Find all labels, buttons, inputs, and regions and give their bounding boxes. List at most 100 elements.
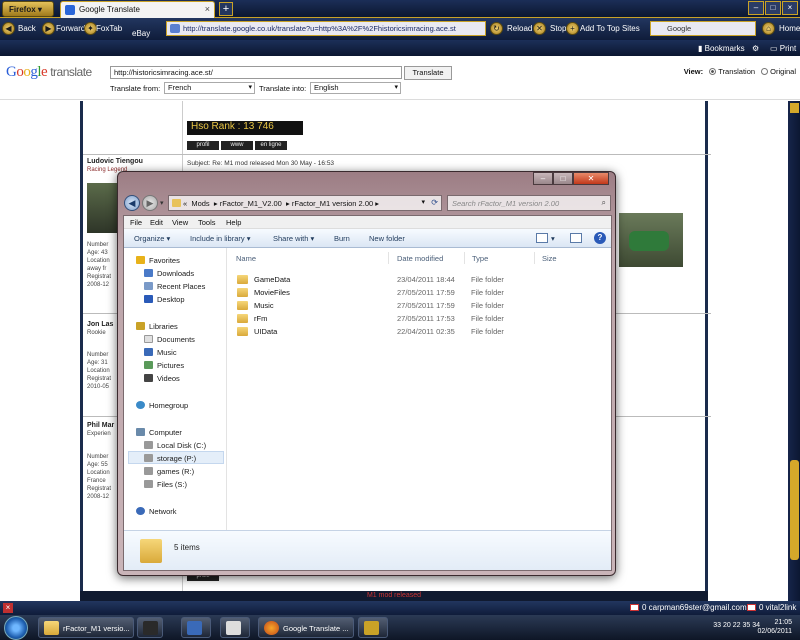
bookmarks-button[interactable]: ▮ Bookmarks (698, 44, 745, 53)
poster-name[interactable]: Phil Mar (87, 422, 114, 429)
nav-videos[interactable]: Videos (144, 374, 180, 383)
nav-network[interactable]: Network (136, 507, 177, 516)
forward-arrow-icon[interactable]: ▶ (142, 195, 158, 211)
menu-edit[interactable]: Edit (150, 218, 163, 227)
column-separator[interactable] (388, 252, 389, 264)
nav-downloads[interactable]: Downloads (144, 269, 194, 278)
maximize-icon[interactable]: □ (765, 1, 781, 15)
nav-games-r[interactable]: games (R:) (144, 467, 194, 476)
explorer-search-input[interactable]: Search rFactor_M1 version 2.00 ⌕ (447, 195, 611, 211)
view-original-radio[interactable] (761, 68, 769, 75)
recent-pages-dropdown-icon[interactable]: ▾ (160, 199, 164, 207)
file-row-gamedata[interactable]: GameData 23/04/2011 18:44 File folder (234, 273, 604, 286)
taskbar-firefox[interactable]: Google Translate ... (258, 617, 354, 638)
share-with-button[interactable]: Share with ▾ (273, 234, 314, 243)
reload-icon[interactable]: ↻ (490, 22, 503, 35)
www-button[interactable]: www (221, 141, 253, 150)
nav-computer[interactable]: Computer (136, 428, 182, 437)
clock[interactable]: 21:05 02/06/2011 (757, 618, 792, 636)
column-date-modified[interactable]: Date modified (397, 254, 443, 263)
file-row-music[interactable]: Music 27/05/2011 17:59 File folder (234, 299, 604, 312)
view-dropdown-icon[interactable]: ▾ (551, 234, 555, 243)
nav-local-disk-c[interactable]: Local Disk (C:) (144, 441, 206, 450)
nav-files-s[interactable]: Files (S:) (144, 480, 187, 489)
translate-url-input[interactable]: http://historicsimracing.ace.st/ (110, 66, 402, 79)
address-bar[interactable]: « Mods ▸ rFactor_M1_V2.00 ▸ rFactor_M1 v… (168, 195, 442, 211)
stop-icon[interactable]: ✕ (533, 22, 546, 35)
minimize-icon[interactable]: – (533, 172, 553, 185)
home-icon[interactable]: ⌂ (762, 22, 775, 35)
nav-storage-p[interactable]: storage (P:) (144, 454, 196, 463)
settings-icon[interactable]: ⚙ (752, 44, 759, 53)
poster-name[interactable]: Jon Las (87, 321, 113, 328)
close-window-icon[interactable]: × (782, 1, 798, 15)
nav-favorites[interactable]: Favorites (136, 256, 180, 265)
minimize-icon[interactable]: – (748, 1, 764, 15)
nav-recent-places[interactable]: Recent Places (144, 282, 205, 291)
translate-button[interactable]: Translate (404, 66, 452, 80)
taskbar-app-3[interactable] (220, 617, 250, 638)
close-icon[interactable]: ✕ (573, 172, 609, 185)
start-button[interactable] (4, 616, 28, 640)
system-tray[interactable]: 33 20 22 35 34 (713, 622, 760, 629)
help-icon[interactable]: ? (594, 232, 606, 244)
new-folder-button[interactable]: New folder (369, 234, 405, 243)
home-button[interactable]: Home (779, 24, 800, 33)
scroll-up-icon[interactable] (790, 103, 799, 113)
add-to-top-sites-button[interactable]: Add To Top Sites (580, 24, 640, 33)
breadcrumb-current[interactable]: rFactor_M1 version 2.00 (292, 199, 373, 208)
breadcrumb-mods[interactable]: Mods (191, 199, 209, 208)
nav-libraries[interactable]: Libraries (136, 322, 178, 331)
column-type[interactable]: Type (472, 254, 488, 263)
back-arrow-icon[interactable]: ◀ (2, 22, 15, 35)
close-icon[interactable]: × (3, 603, 13, 613)
poster-name[interactable]: Ludovic Tiengou (87, 158, 143, 165)
ebay-button[interactable]: eBay (132, 29, 150, 38)
view-translation-radio[interactable] (709, 68, 717, 75)
file-row-uidata[interactable]: UIData 22/04/2011 02:35 File folder (234, 325, 604, 338)
preview-pane-icon[interactable] (570, 233, 582, 243)
back-button[interactable]: Back (18, 24, 36, 33)
column-size[interactable]: Size (542, 254, 557, 263)
breadcrumb-v200[interactable]: rFactor_M1_V2.00 (220, 199, 282, 208)
back-arrow-icon[interactable]: ◀ (124, 195, 140, 211)
gmail-notifier[interactable]: 0 carpman69ster@gmail.com (630, 603, 747, 612)
google-translate-logo[interactable]: Google translate (6, 64, 92, 81)
column-separator[interactable] (534, 252, 535, 264)
change-view-icon[interactable] (536, 233, 548, 243)
translate-from-select[interactable]: French (164, 82, 255, 94)
forward-arrow-icon[interactable]: ▶ (42, 22, 55, 35)
add-icon[interactable]: + (566, 22, 579, 35)
translate-into-select[interactable]: English (310, 82, 401, 94)
include-in-library-button[interactable]: Include in library ▾ (190, 234, 250, 243)
column-separator[interactable] (464, 252, 465, 264)
mail-notifier[interactable]: 0 vital2link (747, 603, 796, 612)
menu-help[interactable]: Help (226, 218, 241, 227)
stop-button[interactable]: Stop (550, 24, 566, 33)
url-bar[interactable]: http://translate.google.co.uk/translate?… (166, 21, 486, 36)
online-button[interactable]: en ligne (255, 141, 287, 150)
new-tab-button[interactable]: + (219, 2, 233, 16)
refresh-icon[interactable]: ⟳ (431, 198, 438, 207)
taskbar-app-1[interactable] (137, 617, 163, 638)
nav-homegroup[interactable]: Homegroup (136, 401, 188, 410)
taskbar-app-2[interactable] (181, 617, 211, 638)
menu-view[interactable]: View (172, 218, 188, 227)
menu-file[interactable]: File (130, 218, 142, 227)
maximize-icon[interactable]: □ (553, 172, 573, 185)
file-row-moviefiles[interactable]: MovieFiles 27/05/2011 17:59 File folder (234, 286, 604, 299)
profile-button[interactable]: profil (187, 141, 219, 150)
nav-desktop[interactable]: Desktop (144, 295, 185, 304)
tab-google-translate[interactable]: Google Translate × (60, 1, 215, 18)
close-tab-icon[interactable]: × (205, 4, 210, 14)
taskbar-app-4[interactable] (358, 617, 388, 638)
burn-button[interactable]: Burn (334, 234, 350, 243)
forward-button[interactable]: Forward (56, 24, 85, 33)
file-row-rfm[interactable]: rFm 27/05/2011 17:53 File folder (234, 312, 604, 325)
organize-button[interactable]: Organize ▾ (134, 234, 170, 243)
menu-tools[interactable]: Tools (198, 218, 216, 227)
firefox-menu-button[interactable]: Firefox ▾ (2, 1, 54, 17)
nav-pictures[interactable]: Pictures (144, 361, 184, 370)
print-button[interactable]: ▭ Print (770, 44, 796, 53)
nav-documents[interactable]: Documents (144, 335, 195, 344)
